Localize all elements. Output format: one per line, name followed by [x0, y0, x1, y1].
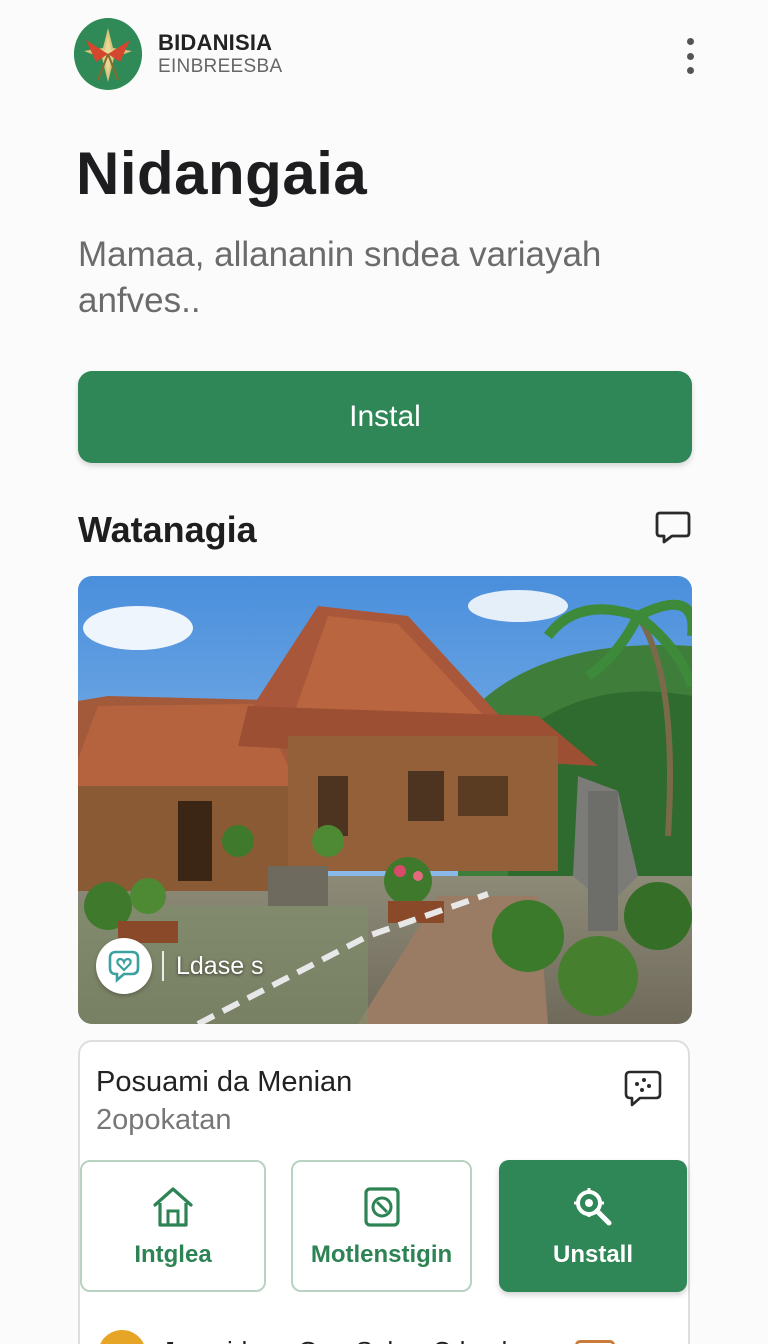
sun-icon	[98, 1330, 146, 1344]
brand-subtitle: EINBREESBA	[158, 56, 283, 77]
calendar-icon	[575, 1340, 616, 1344]
section-title: Watanagia	[78, 509, 257, 550]
action-label: Unstall	[552, 1241, 633, 1268]
chat-heart-icon	[96, 938, 152, 994]
device-icon	[363, 1187, 400, 1227]
install-button[interactable]: Instal	[78, 371, 692, 463]
hero-badge-label: Ldase s	[176, 951, 264, 980]
star-emblem-logo	[74, 18, 142, 90]
hero-badge[interactable]: Ldase s	[96, 938, 264, 994]
brand-name: BIDANISIA	[158, 30, 273, 55]
menu-dot	[686, 67, 694, 74]
home-icon	[153, 1187, 193, 1227]
action-device[interactable]: Motlenstigin	[291, 1160, 472, 1292]
chat-bubble-icon[interactable]	[654, 508, 692, 546]
menu-dot	[686, 38, 694, 45]
card-title: Posuami da Menian	[96, 1066, 353, 1098]
app-header: BIDANISIA EINBREESBA	[74, 18, 694, 92]
menu-dot	[686, 52, 694, 60]
list-item-text: Jaaeridex - Grp: Sahar Cdeydeaw	[162, 1336, 555, 1344]
action-install-local[interactable]: Intglea	[80, 1160, 266, 1292]
hero-image[interactable]: Ldase s	[78, 576, 692, 1024]
action-uninstall[interactable]: Unstall	[499, 1160, 687, 1292]
search-gear-icon	[574, 1188, 612, 1226]
list-item[interactable]: Jaaeridex - Grp: Sahar Cdeydeaw	[98, 1328, 658, 1344]
card-subtitle: 2opokatan	[96, 1104, 232, 1136]
more-vertical-icon[interactable]	[680, 38, 700, 74]
action-label: Motlenstigin	[310, 1241, 453, 1268]
page-title: Nidangaia	[76, 140, 368, 207]
brand: BIDANISIA EINBREESBA	[158, 30, 282, 78]
action-label: Intglea	[134, 1241, 212, 1268]
page-description: Mamaa, allananin sndea variayah anfves..	[78, 235, 602, 320]
badge-divider	[162, 951, 164, 981]
info-card: Posuami da Menian 2opokatan Intglea Motl…	[78, 1040, 690, 1344]
chat-dots-icon[interactable]	[622, 1068, 664, 1110]
